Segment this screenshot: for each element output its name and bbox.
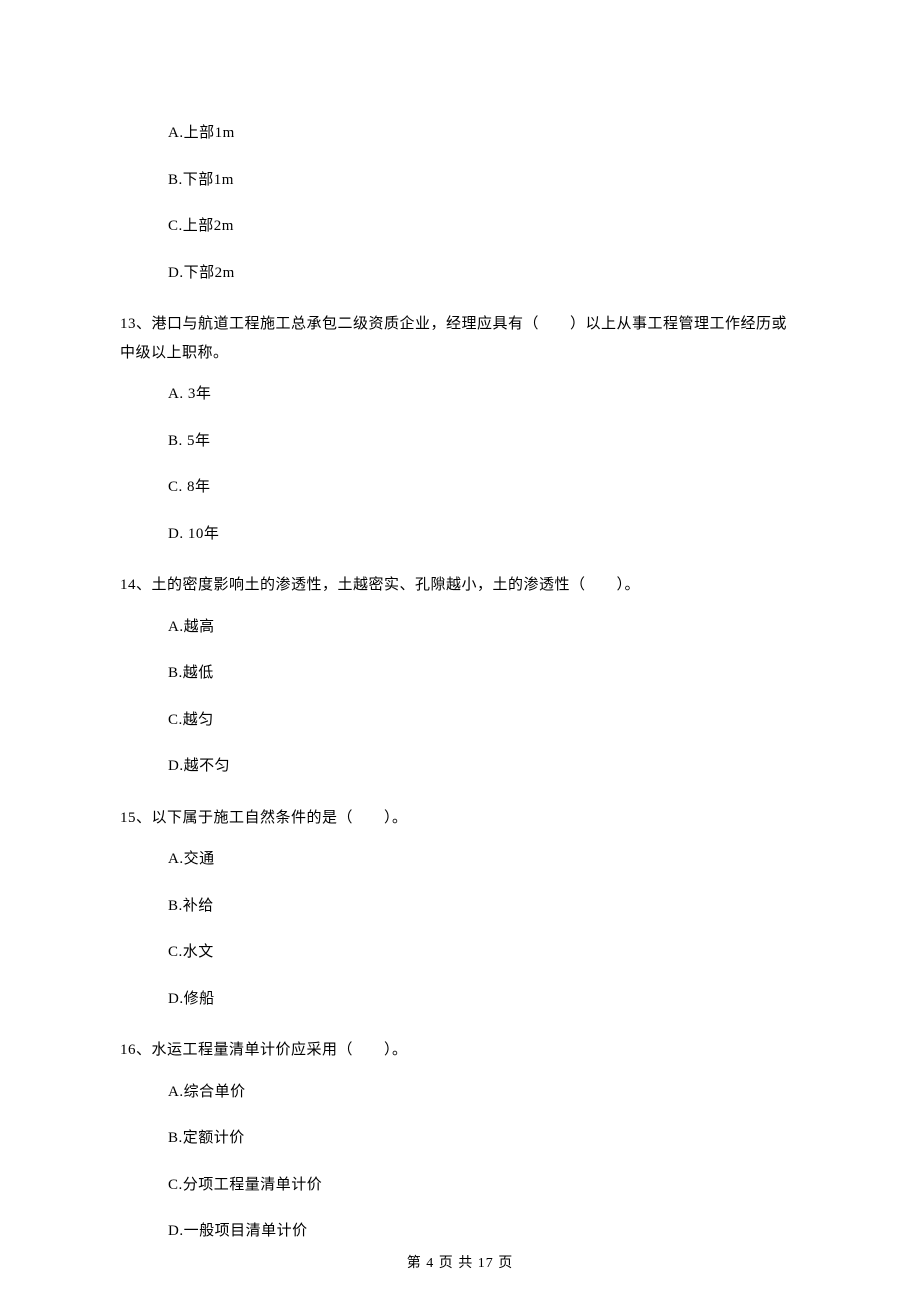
q13-option-D: D. 10年 xyxy=(120,511,800,558)
document-page: A.上部1m B.下部1m C.上部2m D.下部2m 13、港口与航道工程施工… xyxy=(0,0,920,1302)
q12-option-D: D.下部2m xyxy=(120,250,800,297)
q13-option-B: B. 5年 xyxy=(120,418,800,465)
q16-option-D: D.一般项目清单计价 xyxy=(120,1208,800,1255)
q13-stem: 13、港口与航道工程施工总承包二级资质企业，经理应具有（ ）以上从事工程管理工作… xyxy=(120,296,800,371)
q16-option-A: A.综合单价 xyxy=(120,1069,800,1116)
q12-option-A: A.上部1m xyxy=(120,110,800,157)
q15-option-A: A.交通 xyxy=(120,836,800,883)
q14-option-B: B.越低 xyxy=(120,650,800,697)
q12-option-C: C.上部2m xyxy=(120,203,800,250)
q12-option-B: B.下部1m xyxy=(120,157,800,204)
q15-option-D: D.修船 xyxy=(120,976,800,1023)
q13-option-C: C. 8年 xyxy=(120,464,800,511)
q14-stem: 14、土的密度影响土的渗透性，土越密实、孔隙越小，土的渗透性（ ）。 xyxy=(120,557,800,604)
q14-option-A: A.越高 xyxy=(120,604,800,651)
page-footer: 第 4 页 共 17 页 xyxy=(0,1253,920,1274)
q15-stem: 15、以下属于施工自然条件的是（ ）。 xyxy=(120,790,800,837)
q15-option-C: C.水文 xyxy=(120,929,800,976)
q16-option-C: C.分项工程量清单计价 xyxy=(120,1162,800,1209)
q15-option-B: B.补给 xyxy=(120,883,800,930)
q16-stem: 16、水运工程量清单计价应采用（ ）。 xyxy=(120,1022,800,1069)
q14-option-C: C.越匀 xyxy=(120,697,800,744)
q14-option-D: D.越不匀 xyxy=(120,743,800,790)
q13-option-A: A. 3年 xyxy=(120,371,800,418)
q16-option-B: B.定额计价 xyxy=(120,1115,800,1162)
